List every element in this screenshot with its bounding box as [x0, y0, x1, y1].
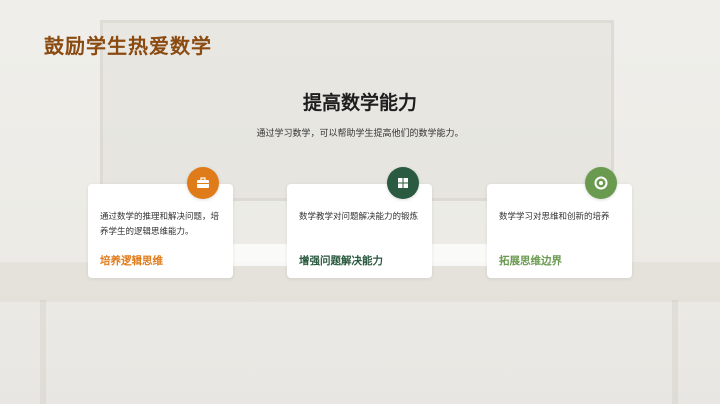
section-heading: 提高数学能力	[302, 92, 417, 114]
feature-card-logic[interactable]: 通过数学的推理和解决问题，培养学生的逻辑思维能力。 培养逻辑思维	[88, 184, 233, 278]
puzzle-icon	[387, 167, 419, 199]
feature-card-problem-solving[interactable]: 数学教学对问题解决能力的锻炼 增强问题解决能力	[287, 184, 432, 278]
card-description: 数学教学对问题解决能力的锻炼	[299, 212, 419, 222]
card-description: 通过数学的推理和解决问题，培养学生的逻辑思维能力。	[100, 212, 220, 237]
target-icon	[585, 167, 617, 199]
card-connector	[233, 244, 287, 266]
feature-card-thinking[interactable]: 数学学习对思维和创新的培养 拓展思维边界	[487, 184, 632, 278]
card-connector	[432, 244, 488, 266]
page-title: 鼓励学生热爱数学	[44, 34, 212, 58]
desk-leg	[40, 300, 46, 404]
card-label: 拓展思维边界	[499, 255, 562, 267]
section-subtitle: 通过学习数学，可以帮助学生提高他们的数学能力。	[256, 129, 464, 139]
card-description: 数学学习对思维和创新的培养	[499, 212, 610, 222]
card-label: 培养逻辑思维	[100, 255, 163, 267]
card-label: 增强问题解决能力	[299, 255, 383, 267]
desk-leg	[672, 300, 678, 404]
briefcase-icon	[187, 167, 219, 199]
